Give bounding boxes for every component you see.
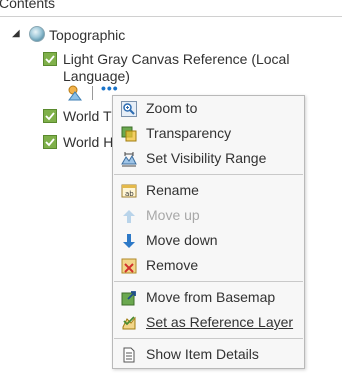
zoom-to-icon xyxy=(121,101,137,117)
menu-item-label: Set as Reference Layer xyxy=(146,314,294,330)
menu-item-label: Move down xyxy=(146,232,218,248)
menu-separator xyxy=(114,338,303,339)
layer-context-menu: Zoom to Transparency Set Visibility Rang… xyxy=(112,95,305,369)
layer-label-line1: Light Gray Canvas Reference (Local xyxy=(63,51,290,67)
reference-layer-icon xyxy=(121,315,137,331)
menu-item-label: Zoom to xyxy=(146,100,198,116)
visibility-range-icon xyxy=(121,151,137,167)
menu-item-label: Transparency xyxy=(146,125,232,141)
menu-item-zoom-to[interactable]: Zoom to xyxy=(113,97,304,121)
menu-item-transparency[interactable]: Transparency xyxy=(113,122,304,146)
menu-item-label: Set Visibility Range xyxy=(146,150,267,166)
arrow-up-icon xyxy=(121,208,137,224)
layer-label: World H xyxy=(63,134,114,150)
rename-icon: ab xyxy=(121,183,137,199)
menu-item-label: Show Item Details xyxy=(146,346,259,362)
title-divider xyxy=(0,16,342,17)
arrow-down-icon xyxy=(121,233,137,249)
svg-text:ab: ab xyxy=(125,190,134,198)
basemap-globe-icon xyxy=(29,26,45,42)
menu-item-set-as-reference-layer[interactable]: Set as Reference Layer xyxy=(113,311,304,335)
toolbar-separator xyxy=(92,86,93,100)
menu-item-label: Rename xyxy=(146,182,199,198)
menu-item-label: Move from Basemap xyxy=(146,289,276,305)
transparency-icon xyxy=(121,126,137,142)
menu-item-remove[interactable]: Remove xyxy=(113,254,304,278)
menu-separator xyxy=(114,281,303,282)
layer-visibility-checkbox[interactable] xyxy=(43,109,57,123)
layer-visibility-checkbox[interactable] xyxy=(43,52,57,66)
layer-visibility-checkbox[interactable] xyxy=(43,135,57,149)
menu-item-move-up[interactable]: Move up xyxy=(113,204,304,228)
menu-item-show-item-details[interactable]: Show Item Details xyxy=(113,343,304,367)
menu-item-label: Remove xyxy=(146,257,199,273)
move-from-basemap-icon xyxy=(121,290,137,306)
item-details-icon xyxy=(121,347,137,363)
menu-item-rename[interactable]: ab Rename xyxy=(113,179,304,203)
layer-label: World T xyxy=(63,108,112,124)
menu-item-move-from-basemap[interactable]: Move from Basemap xyxy=(113,286,304,310)
layer-style-icon[interactable] xyxy=(66,85,84,101)
menu-item-move-down[interactable]: Move down xyxy=(113,229,304,253)
menu-separator xyxy=(114,174,303,175)
layer-label-line2: Language) xyxy=(63,68,130,84)
more-options-button[interactable]: ••• xyxy=(101,80,119,96)
menu-item-label: Move up xyxy=(146,207,200,223)
menu-item-set-visibility-range[interactable]: Set Visibility Range xyxy=(113,147,304,171)
panel-title: Contents xyxy=(0,0,56,11)
collapse-caret-icon[interactable]: ◢ xyxy=(12,28,20,39)
basemap-label: Topographic xyxy=(49,27,126,43)
remove-icon xyxy=(121,258,137,274)
